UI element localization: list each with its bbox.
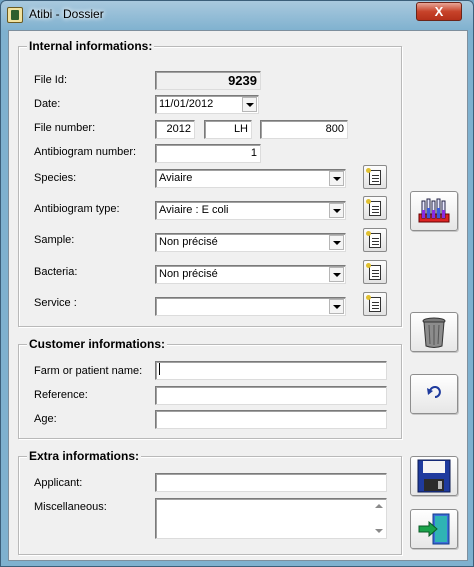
sample-edit-button[interactable] bbox=[363, 228, 387, 252]
species-label: Species: bbox=[34, 172, 77, 184]
date-value: 11/01/2012 bbox=[159, 98, 214, 110]
sample-dropdown-arrow[interactable] bbox=[329, 235, 344, 250]
scroll-up-arrow[interactable] bbox=[375, 504, 383, 508]
applicant-label: Applicant: bbox=[34, 477, 83, 489]
reference-input[interactable] bbox=[155, 386, 387, 405]
exit-door-icon bbox=[418, 513, 450, 545]
file-number-input[interactable]: 800 bbox=[260, 120, 348, 139]
edit-list-icon bbox=[366, 263, 381, 280]
save-button[interactable] bbox=[410, 456, 458, 496]
title-bar[interactable]: Atibi - Dossier X bbox=[1, 1, 473, 29]
sample-label: Sample: bbox=[34, 234, 75, 246]
species-value: Aviaire bbox=[159, 172, 193, 184]
sample-select[interactable]: Non précisé bbox=[155, 233, 346, 252]
reference-label: Reference: bbox=[34, 389, 88, 401]
customer-informations-legend: Customer informations: bbox=[27, 337, 168, 351]
bacteria-value: Non précisé bbox=[159, 268, 218, 280]
applicant-input[interactable] bbox=[155, 473, 387, 492]
edit-list-icon bbox=[366, 295, 381, 312]
miscellaneous-textarea[interactable] bbox=[155, 498, 387, 539]
dossier-window: Atibi - Dossier X Internal informations:… bbox=[0, 0, 474, 567]
internal-informations-group: Internal informations: File Id: 9239 Dat… bbox=[18, 39, 402, 327]
antibiogram-number-label: Antibiogram number: bbox=[34, 146, 137, 158]
window-client-area: Internal informations: File Id: 9239 Dat… bbox=[8, 30, 468, 561]
age-label: Age: bbox=[34, 413, 57, 425]
antibiogram-type-label: Antibiogram type: bbox=[34, 203, 120, 215]
age-input[interactable] bbox=[155, 410, 387, 429]
date-picker[interactable]: 11/01/2012 bbox=[155, 95, 259, 114]
close-button[interactable]: X bbox=[416, 2, 462, 21]
test-tubes-icon bbox=[418, 198, 450, 223]
farm-name-input[interactable] bbox=[155, 361, 387, 380]
edit-list-icon bbox=[366, 168, 381, 185]
text-caret bbox=[159, 363, 160, 376]
floppy-disk-icon bbox=[417, 459, 451, 493]
service-select[interactable] bbox=[155, 297, 346, 316]
trash-icon bbox=[422, 317, 446, 348]
file-number-label: File number: bbox=[34, 122, 96, 134]
file-number-year-input[interactable]: 2012 bbox=[155, 120, 195, 139]
bacteria-dropdown-arrow[interactable] bbox=[329, 267, 344, 282]
species-dropdown-arrow[interactable] bbox=[329, 171, 344, 186]
date-dropdown-arrow[interactable] bbox=[242, 97, 257, 112]
scroll-down-arrow[interactable] bbox=[375, 529, 383, 533]
bacteria-select[interactable]: Non précisé bbox=[155, 265, 346, 284]
antibiogram-button[interactable] bbox=[410, 191, 458, 231]
exit-button[interactable] bbox=[410, 509, 458, 549]
farm-label: Farm or patient name: bbox=[34, 365, 143, 377]
sample-value: Non précisé bbox=[159, 236, 218, 248]
bacteria-edit-button[interactable] bbox=[363, 260, 387, 284]
bacteria-label: Bacteria: bbox=[34, 266, 78, 278]
internal-informations-legend: Internal informations: bbox=[27, 39, 155, 53]
extra-informations-legend: Extra informations: bbox=[27, 449, 142, 463]
extra-informations-group: Extra informations: Applicant: Miscellan… bbox=[18, 449, 402, 555]
app-icon bbox=[7, 7, 23, 23]
file-id-field: 9239 bbox=[155, 71, 261, 90]
edit-list-icon bbox=[366, 199, 381, 216]
customer-informations-group: Customer informations: Farm or patient n… bbox=[18, 337, 402, 439]
species-select[interactable]: Aviaire bbox=[155, 169, 346, 188]
window-title: Atibi - Dossier bbox=[29, 7, 104, 21]
delete-button[interactable] bbox=[410, 312, 458, 352]
antibiogram-type-value: Aviaire : E coli bbox=[159, 204, 229, 216]
undo-button[interactable] bbox=[410, 374, 458, 414]
date-label: Date: bbox=[34, 98, 61, 110]
file-id-label: File Id: bbox=[34, 74, 68, 86]
antibiogram-type-dropdown-arrow[interactable] bbox=[329, 203, 344, 218]
antibiogram-number-input[interactable]: 1 bbox=[155, 144, 261, 163]
edit-list-icon bbox=[366, 231, 381, 248]
miscellaneous-label: Miscellaneous: bbox=[34, 501, 107, 513]
service-dropdown-arrow[interactable] bbox=[329, 299, 344, 314]
service-label: Service : bbox=[34, 297, 77, 309]
service-edit-button[interactable] bbox=[363, 292, 387, 316]
antibiogram-type-select[interactable]: Aviaire : E coli bbox=[155, 201, 346, 220]
species-edit-button[interactable] bbox=[363, 165, 387, 189]
file-number-code-input[interactable]: LH bbox=[204, 120, 252, 139]
undo-icon bbox=[427, 386, 441, 398]
antibiogram-type-edit-button[interactable] bbox=[363, 196, 387, 220]
